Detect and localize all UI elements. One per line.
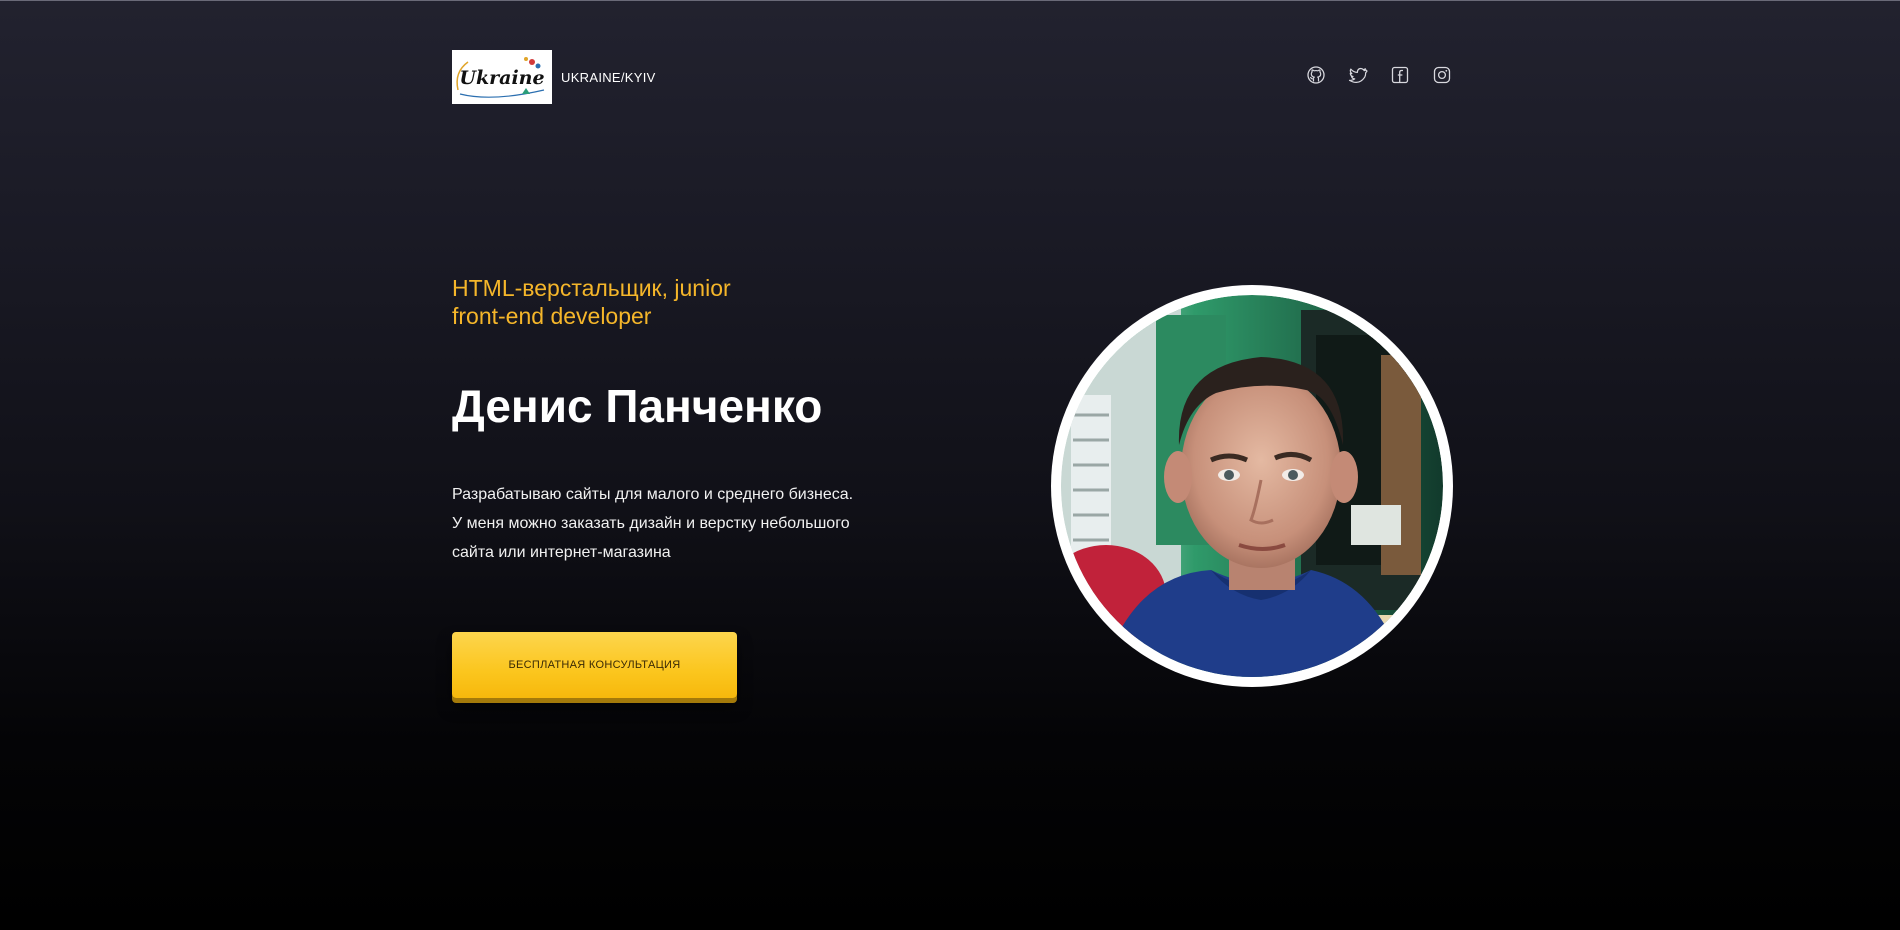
instagram-icon [1433,66,1451,84]
job-title: HTML-верстальщик, junior front-end devel… [452,275,731,329]
free-consultation-button[interactable]: БЕСПЛАТНАЯ КОНСУЛЬТАЦИЯ [452,632,737,698]
instagram-link[interactable] [1432,65,1452,85]
twitter-icon [1348,67,1368,84]
top-border-line [0,0,1900,1]
github-icon [1307,66,1325,84]
hero-text: HTML-верстальщик, junior front-end devel… [452,274,922,567]
profile-photo [1051,285,1453,687]
github-link[interactable] [1306,65,1326,85]
social-links [1306,65,1452,85]
site-header: Ukraine UKRAINE/KYIV [452,50,1452,104]
profile-photo-image [1061,295,1443,677]
twitter-link[interactable] [1348,65,1368,85]
bio-text: Разрабатываю сайты для малого и среднего… [452,486,854,561]
svg-text:Ukraine: Ukraine [459,67,544,89]
person-name: Денис Панченко [452,380,823,432]
location-label: UKRAINE/KYIV [561,70,656,85]
ukraine-logo-image: Ukraine [452,50,552,104]
facebook-icon [1391,66,1409,84]
ukraine-logo[interactable]: Ukraine [452,50,552,104]
facebook-link[interactable] [1390,65,1410,85]
